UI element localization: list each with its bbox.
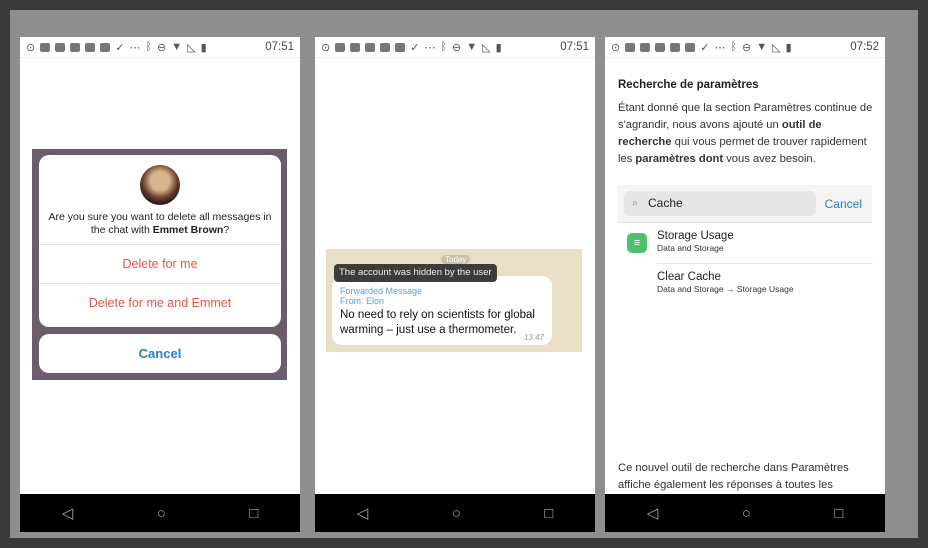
image-icon [100,42,111,52]
pinterest-icon: ⊙ [321,41,331,54]
delete-dialog: Are you sure you want to delete all mess… [39,155,281,327]
calendar-icon [655,42,666,52]
more-icon: ⋯ [129,41,141,54]
clock: 07:51 [265,41,294,53]
phone-settings-search: ⊙ ✓ ⋯ ᛒ ⊖ ▼ ◺ ▮ 07:52 Recherche de paramètres É… [605,37,885,532]
check-icon: ✓ [410,41,420,54]
more-icon: ⋯ [424,41,436,54]
forwarded-from[interactable]: From: Elon [340,296,544,306]
youtube-icon [40,42,51,52]
status-bar: ⊙ ✓ ⋯ ᛒ ⊖ ▼ ◺ ▮ 07:51 [20,37,300,58]
search-value: Cache [648,196,683,210]
app-icon [640,42,651,52]
battery-icon: ▮ [495,41,502,54]
message-bubble[interactable]: Forwarded Message From: Elon No need to … [332,276,552,345]
avatar [140,165,180,205]
no-sim-icon: ◺ [187,41,196,54]
bluetooth-icon: ᛒ [730,41,738,53]
youtube-icon [335,42,346,52]
calendar-icon [70,42,81,52]
search-bar: ⌕ Cache Cancel [618,185,872,223]
gmail-icon [380,42,391,52]
database-icon: ≡ [627,233,647,253]
message-time: 13:47 [523,333,544,342]
result-clear-cache[interactable]: Clear Cache Data and Storage → Storage Us… [657,271,794,294]
back-icon[interactable]: ◁ [357,504,369,522]
result-title: Storage Usage [657,230,734,242]
dnd-icon: ⊖ [742,41,752,54]
result-title: Clear Cache [657,271,721,283]
date-chip: Today [441,255,471,264]
bluetooth-icon: ᛒ [440,41,448,53]
battery-icon: ▮ [200,41,207,54]
calendar-icon [365,42,376,52]
result-storage-usage[interactable]: Storage Usage Data and Storage [657,230,734,253]
tooltip: The account was hidden by the user [334,264,497,282]
search-icon: ⌕ [632,197,639,209]
no-sim-icon: ◺ [482,41,491,54]
intro-part: vous avez besoin. [723,153,816,165]
wifi-icon: ▼ [171,41,183,53]
image-icon [685,42,696,52]
more-icon: ⋯ [714,41,726,54]
search-input[interactable]: ⌕ Cache [624,191,816,216]
status-bar: ⊙ ✓ ⋯ ᛒ ⊖ ▼ ◺ ▮ 07:52 [605,37,885,58]
message-suffix: ? [223,224,230,236]
pinterest-icon: ⊙ [611,41,621,54]
app-icon [55,42,66,52]
check-icon: ✓ [115,41,125,54]
check-icon: ✓ [700,41,710,54]
nav-bar: ◁ ○ □ [315,494,595,532]
nav-bar: ◁ ○ □ [605,494,885,532]
result-path: Data and Storage → Storage Usage [657,284,794,294]
recents-icon[interactable]: □ [544,505,553,522]
back-icon[interactable]: ◁ [647,504,659,522]
intro-bold: paramètres dont [635,153,724,165]
bluetooth-icon: ᛒ [145,41,153,53]
dnd-icon: ⊖ [157,41,167,54]
recents-icon[interactable]: □ [249,505,258,522]
back-icon[interactable]: ◁ [62,504,74,522]
section-title: Recherche de paramètres [618,79,759,91]
app-icon [350,42,361,52]
delete-for-both-button[interactable]: Delete for me and Emmet [39,283,281,322]
recents-icon[interactable]: □ [834,505,843,522]
home-icon[interactable]: ○ [452,505,461,522]
result-path: Data and Storage [657,243,724,253]
phone-delete-dialog: ⊙ ✓ ⋯ ᛒ ⊖ ▼ ◺ ▮ 07:51 Are you sure you want to … [20,37,300,532]
wifi-icon: ▼ [756,41,768,53]
search-cancel-button[interactable]: Cancel [825,185,862,223]
youtube-icon [625,42,636,52]
nav-bar: ◁ ○ □ [20,494,300,532]
gmail-icon [670,42,681,52]
status-bar: ⊙ ✓ ⋯ ᛒ ⊖ ▼ ◺ ▮ 07:51 [315,37,595,58]
forwarded-label: Forwarded Message [340,286,423,296]
dialog-message: Are you sure you want to delete all mess… [39,211,281,237]
pinterest-icon: ⊙ [26,41,36,54]
footer-text: Ce nouvel outil de recherche dans Paramè… [618,462,849,491]
wifi-icon: ▼ [466,41,478,53]
gmail-icon [85,42,96,52]
home-icon[interactable]: ○ [157,505,166,522]
message-text: No need to rely on scientists for global… [340,309,535,336]
intro-part: Étant donné que la section Paramètres co… [618,102,873,131]
image-icon [395,42,406,52]
clock: 07:52 [850,41,879,53]
no-sim-icon: ◺ [772,41,781,54]
dnd-icon: ⊖ [452,41,462,54]
cancel-button[interactable]: Cancel [39,334,281,373]
battery-icon: ▮ [785,41,792,54]
intro-text: Étant donné que la section Paramètres co… [618,100,874,168]
divider [657,263,873,264]
contact-name: Emmet Brown [152,224,224,236]
home-icon[interactable]: ○ [742,505,751,522]
delete-for-me-button[interactable]: Delete for me [39,244,281,283]
clock: 07:51 [560,41,589,53]
phone-forwarded-message: ⊙ ✓ ⋯ ᛒ ⊖ ▼ ◺ ▮ 07:51 Today Forwarded Message F… [315,37,595,532]
